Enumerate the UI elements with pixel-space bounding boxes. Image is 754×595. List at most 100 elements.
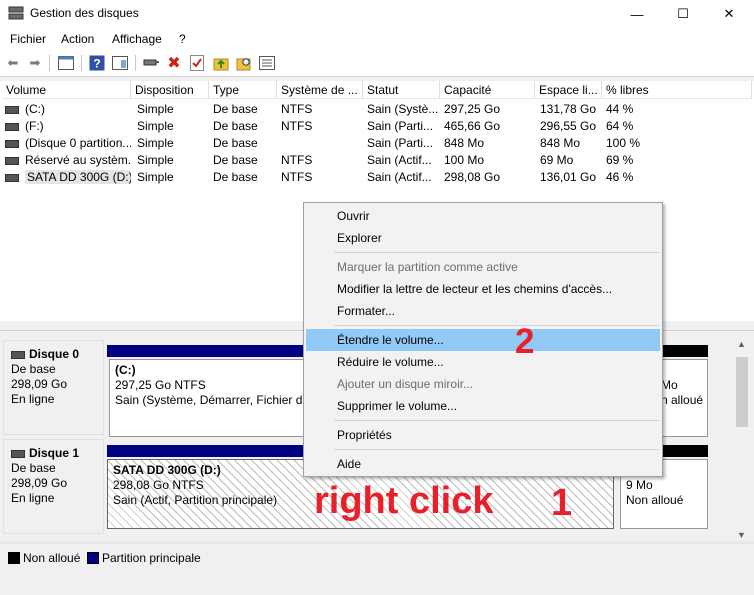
- disk-management-app-icon: [8, 6, 24, 20]
- minimize-button[interactable]: —: [614, 0, 660, 28]
- menu-item-properties[interactable]: Propriétés: [306, 424, 660, 446]
- title-bar: Gestion des disques — ☐ ✕: [0, 0, 754, 28]
- disk-1-label[interactable]: Disque 1 De base 298,09 Go En ligne: [3, 439, 104, 534]
- table-cell: 44 %: [606, 102, 634, 116]
- disk-status: En ligne: [11, 392, 55, 406]
- column-header-volume[interactable]: Volume: [2, 81, 131, 99]
- menu-action[interactable]: Action: [61, 32, 94, 46]
- table-cell: 848 Mo: [540, 136, 581, 150]
- partition-bar-unallocated: [662, 345, 708, 357]
- maximize-button[interactable]: ☐: [660, 0, 706, 28]
- table-cell: 69 %: [606, 153, 634, 167]
- table-cell: Sain (Actif...: [367, 153, 432, 167]
- minimize-icon: —: [630, 6, 644, 22]
- disk-icon: [11, 449, 25, 458]
- menu-item-help[interactable]: Aide: [306, 453, 660, 475]
- menu-bar: Fichier Action Affichage ?: [0, 28, 754, 50]
- search-folder-icon[interactable]: [235, 54, 253, 72]
- table-cell: NTFS: [281, 170, 313, 184]
- close-button[interactable]: ✕: [706, 0, 752, 28]
- table-cell: De base: [213, 102, 258, 116]
- scroll-down-icon[interactable]: ▼: [737, 530, 746, 540]
- drive-icon: [5, 139, 19, 148]
- menu-item-explorer[interactable]: Explorer: [306, 227, 660, 249]
- menu-item-add-mirror: Ajouter un disque miroir...: [337, 377, 474, 391]
- checklist-icon[interactable]: [188, 54, 206, 72]
- disk-type: De base: [11, 461, 56, 475]
- table-cell: Sain (Parti...: [367, 136, 434, 150]
- menu-item-mark-active: Marquer la partition comme active: [337, 260, 518, 274]
- drive-icon: [5, 105, 19, 114]
- console-tree-icon[interactable]: [57, 54, 75, 72]
- table-row[interactable]: Réservé au systèm... Simple De base NTFS…: [0, 152, 754, 169]
- drive-icon: [5, 173, 19, 182]
- table-cell: 297,25 Go: [444, 102, 501, 116]
- annotation-right-click: right click: [314, 480, 494, 522]
- table-cell: De base: [213, 170, 258, 184]
- column-header-status[interactable]: Statut: [363, 81, 440, 99]
- table-cell: Sain (Parti...: [367, 119, 434, 133]
- table-cell: NTFS: [281, 119, 313, 133]
- column-header-disposition[interactable]: Disposition: [131, 81, 209, 99]
- table-cell: 64 %: [606, 119, 634, 133]
- table-cell: Sain (Actif...: [367, 170, 432, 184]
- menu-separator: [334, 420, 659, 421]
- table-cell: NTFS: [281, 153, 313, 167]
- column-header-filesystem[interactable]: Système de ...: [277, 81, 363, 99]
- menu-item-change-drive-letter[interactable]: Modifier la lettre de lecteur et les che…: [306, 278, 660, 300]
- table-cell: De base: [213, 119, 258, 133]
- annotation-step-1: 1: [551, 482, 573, 524]
- svg-text:?: ?: [93, 57, 100, 71]
- maximize-icon: ☐: [677, 6, 689, 21]
- menu-item-delete-volume[interactable]: Supprimer le volume...: [306, 395, 660, 417]
- menu-separator: [334, 252, 659, 253]
- menu-item-shrink-volume[interactable]: Réduire le volume...: [306, 351, 660, 373]
- menu-item-ouvrir[interactable]: Ouvrir: [306, 205, 660, 227]
- table-cell: Simple: [137, 136, 174, 150]
- table-cell: 465,66 Go: [444, 119, 501, 133]
- folder-up-icon[interactable]: [212, 54, 230, 72]
- scrollbar-thumb[interactable]: [736, 357, 748, 427]
- close-icon: ✕: [723, 6, 735, 21]
- column-header-capacity[interactable]: Capacité: [440, 81, 535, 99]
- column-header-type[interactable]: Type: [209, 81, 277, 99]
- column-header-free-space[interactable]: Espace li...: [535, 81, 602, 99]
- menu-separator: [334, 325, 659, 326]
- legend-swatch-unallocated: [8, 552, 20, 564]
- connect-drive-icon[interactable]: [142, 54, 160, 72]
- menu-affichage[interactable]: Affichage: [112, 32, 162, 46]
- menu-item-format[interactable]: Formater...: [306, 300, 660, 322]
- disk-0-label[interactable]: Disque 0 De base 298,09 Go En ligne: [3, 340, 104, 435]
- menu-item-extend-volume[interactable]: Étendre le volume...: [306, 329, 660, 351]
- forward-arrow-icon[interactable]: ➡: [26, 54, 44, 72]
- disk-name: Disque 1: [29, 446, 80, 460]
- table-row-selected[interactable]: SATA DD 300G (D:) Simple De base NTFS Sa…: [0, 169, 754, 186]
- column-header-percent-free[interactable]: % libres: [602, 81, 752, 99]
- table-cell: NTFS: [281, 102, 313, 116]
- properties-pane-icon[interactable]: [111, 54, 129, 72]
- table-cell: De base: [213, 153, 258, 167]
- back-arrow-icon[interactable]: ⬅: [4, 54, 22, 72]
- partition-c[interactable]: (C:) 297,25 Go NTFS Sain (Système, Démar…: [109, 359, 309, 437]
- vertical-scrollbar[interactable]: ▲ ▼: [734, 337, 750, 542]
- table-cell: 296,55 Go: [540, 119, 597, 133]
- help-icon[interactable]: ?: [88, 54, 106, 72]
- horizontal-scrollbar[interactable]: [0, 541, 754, 544]
- delete-icon[interactable]: ✖: [165, 54, 183, 72]
- toolbar-separator: [135, 55, 136, 71]
- table-cell: 298,08 Go: [444, 170, 501, 184]
- list-view-icon[interactable]: [258, 54, 276, 72]
- toolbar-separator: [81, 55, 82, 71]
- menu-fichier[interactable]: Fichier: [10, 32, 46, 46]
- table-row[interactable]: (F:) Simple De base NTFS Sain (Parti... …: [0, 118, 754, 135]
- scroll-up-icon[interactable]: ▲: [737, 339, 746, 349]
- context-menu: Ouvrir Explorer Marquer la partition com…: [303, 202, 663, 477]
- volume-cell: (C:): [5, 101, 131, 118]
- annotation-step-2: 2: [515, 322, 535, 361]
- table-row[interactable]: (Disque 0 partition... Simple De base Sa…: [0, 135, 754, 152]
- table-cell: 100 %: [606, 136, 641, 150]
- table-row[interactable]: (C:) Simple De base NTFS Sain (Systè... …: [0, 101, 754, 118]
- menu-separator: [334, 449, 659, 450]
- table-cell: 100 Mo: [444, 153, 485, 167]
- menu-help[interactable]: ?: [179, 32, 186, 46]
